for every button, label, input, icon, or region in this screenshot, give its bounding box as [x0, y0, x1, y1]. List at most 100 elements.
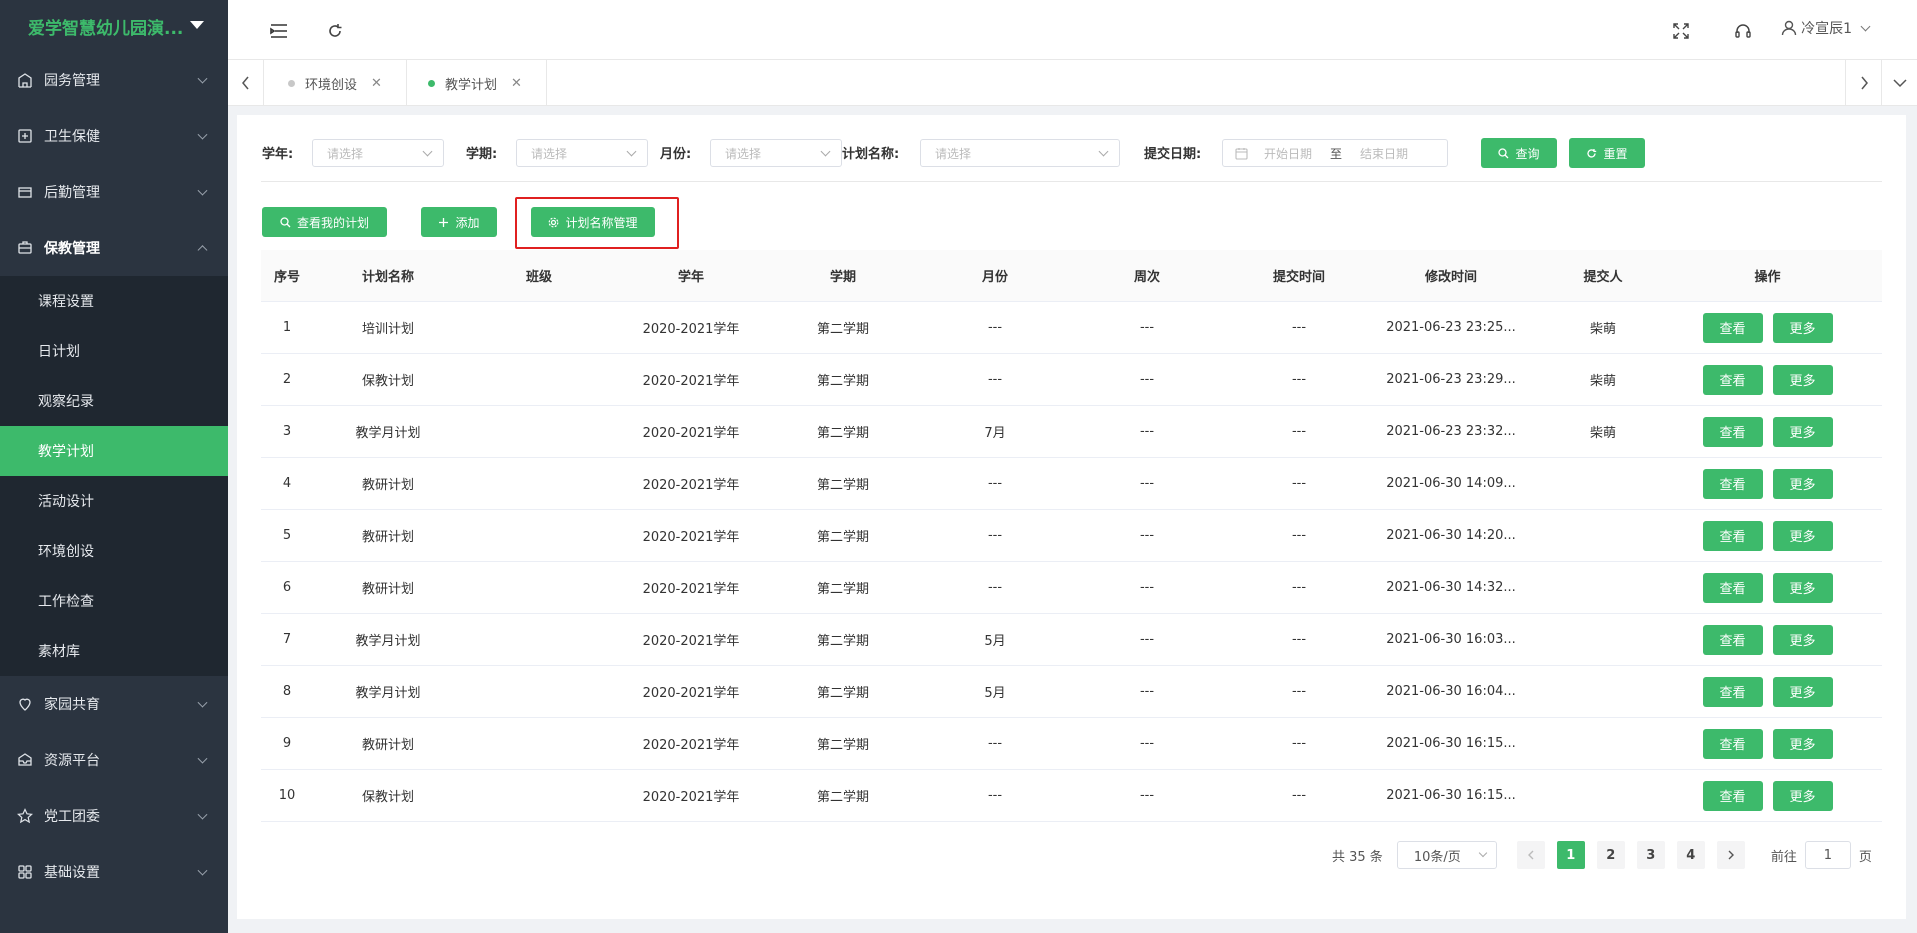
cell-name: 教研计划 [361, 530, 414, 545]
tabs-scroll-right-icon[interactable] [1845, 60, 1881, 106]
query-button[interactable]: 查询 [1481, 138, 1557, 168]
tab-label: 环境创设 [305, 77, 358, 93]
view-button[interactable]: 查看 [1702, 520, 1763, 551]
headset-icon[interactable] [1732, 20, 1754, 42]
next-page-button[interactable] [1716, 841, 1745, 869]
plan-name-select[interactable]: 请选择 [920, 139, 1120, 167]
sidebar-item-grid[interactable]: 基础设置 [0, 844, 228, 900]
view-button[interactable]: 查看 [1702, 312, 1763, 343]
goto-page-input[interactable]: 1 [1804, 841, 1851, 869]
add-button[interactable]: 添加 [421, 207, 497, 237]
logistics-icon [16, 183, 34, 201]
page-button[interactable]: 1 [1556, 841, 1585, 869]
sidebar-subitem[interactable]: 日计划 [0, 326, 228, 376]
page-button[interactable]: 3 [1636, 841, 1665, 869]
cell-semester: 第二学期 [816, 374, 869, 389]
more-button[interactable]: 更多 [1772, 416, 1833, 447]
view-button[interactable]: 查看 [1702, 416, 1763, 447]
sidebar-item-heart-location[interactable]: 家园共育 [0, 676, 228, 732]
more-button[interactable]: 更多 [1772, 728, 1833, 759]
sidebar-item-health[interactable]: 卫生保健 [0, 108, 228, 164]
cell-year: 2020-2021学年 [642, 374, 740, 389]
cell-name: 保教计划 [361, 790, 414, 805]
cell-week: --- [1139, 476, 1155, 491]
sidebar-subitem[interactable]: 课程设置 [0, 276, 228, 326]
sidebar-item-education[interactable]: 保教管理 [0, 220, 228, 276]
cell-modified: 2021-06-23 23:29... [1386, 372, 1516, 387]
submit-date-range[interactable]: 开始日期 至 结束日期 [1222, 139, 1448, 167]
sidebar-item-star[interactable]: 党工团委 [0, 788, 228, 844]
view-button[interactable]: 查看 [1702, 728, 1763, 759]
view-button[interactable]: 查看 [1702, 572, 1763, 603]
column-header: 学期 [829, 270, 856, 285]
sidebar-subitem[interactable]: 素材库 [0, 626, 228, 676]
more-button[interactable]: 更多 [1772, 520, 1833, 551]
refresh-icon[interactable] [324, 20, 346, 42]
chevron-down-icon [197, 865, 208, 876]
more-button[interactable]: 更多 [1772, 780, 1833, 811]
semester-select[interactable]: 请选择 [516, 139, 648, 167]
submenu-education: 课程设置 日计划 观察纪录 教学计划 活动设计 环境创设 工作检查 素材库 [0, 276, 228, 676]
cell-week: --- [1139, 528, 1155, 543]
caret-down-icon[interactable] [190, 21, 204, 29]
cell-name: 教研计划 [361, 582, 414, 597]
tabs-dropdown-icon[interactable] [1881, 60, 1917, 106]
reset-button[interactable]: 重置 [1569, 138, 1645, 168]
column-header: 提交时间 [1272, 270, 1325, 285]
close-icon[interactable]: ✕ [511, 76, 522, 91]
tab-teaching-plan[interactable]: 教学计划 ✕ [404, 60, 547, 106]
cell-name: 教学月计划 [355, 686, 421, 701]
cell-actions: 查看 更多 [1679, 572, 1856, 603]
more-button[interactable]: 更多 [1772, 624, 1833, 655]
view-button[interactable]: 查看 [1702, 780, 1763, 811]
view-button[interactable]: 查看 [1702, 624, 1763, 655]
fullscreen-icon[interactable] [1670, 20, 1692, 42]
goto-label: 前往 [1770, 849, 1797, 865]
filter-bar: 学年: 请选择 学期: 请选择 月份: 请选择 计划名称: 请选择 提交日期: … [237, 115, 1906, 183]
grid-icon [16, 863, 34, 881]
cell-submit: --- [1291, 632, 1307, 647]
tabs-scroll-left-icon[interactable] [228, 60, 264, 106]
page-size-select[interactable]: 10条/页 [1396, 841, 1497, 869]
close-icon[interactable]: ✕ [371, 76, 382, 91]
more-button[interactable]: 更多 [1772, 676, 1833, 707]
sidebar-subitem[interactable]: 教学计划 [0, 426, 228, 476]
sidebar-subitem[interactable]: 观察纪录 [0, 376, 228, 426]
more-button[interactable]: 更多 [1772, 312, 1833, 343]
cell-no: 4 [282, 476, 292, 491]
chevron-down-icon [197, 185, 208, 196]
tab-environment[interactable]: 环境创设 ✕ [264, 60, 407, 106]
column-header: 提交人 [1583, 270, 1623, 285]
view-button[interactable]: 查看 [1702, 676, 1763, 707]
view-button[interactable]: 查看 [1702, 364, 1763, 395]
brand[interactable]: 爱学智慧幼儿园演... [0, 0, 228, 52]
menu-collapse-icon[interactable] [268, 20, 290, 42]
page-button[interactable]: 4 [1676, 841, 1705, 869]
cell-name: 培训计划 [361, 322, 414, 337]
sidebar-item-building[interactable]: 园务管理 [0, 52, 228, 108]
cell-year: 2020-2021学年 [642, 738, 740, 753]
sidebar-subitem[interactable]: 环境创设 [0, 526, 228, 576]
cell-submitter: 柴萌 [1589, 426, 1616, 441]
cell-week: --- [1139, 684, 1155, 699]
more-button[interactable]: 更多 [1772, 572, 1833, 603]
table-row: 8 教学月计划 2020-2021学年 第二学期 5月 --- --- 2021-06-30 … [261, 666, 1882, 718]
school-year-select[interactable]: 请选择 [312, 139, 444, 167]
cell-month: --- [987, 736, 1003, 751]
more-button[interactable]: 更多 [1772, 468, 1833, 499]
my-plans-button[interactable]: 查看我的计划 [262, 207, 387, 237]
my-plans-label: 查看我的计划 [296, 215, 369, 230]
sidebar-subitem[interactable]: 工作检查 [0, 576, 228, 626]
sidebar-item-resource[interactable]: 资源平台 [0, 732, 228, 788]
cell-month: 5月 [984, 634, 1006, 649]
more-button[interactable]: 更多 [1772, 364, 1833, 395]
chevron-down-icon [820, 146, 831, 157]
page-button[interactable]: 2 [1596, 841, 1625, 869]
month-select[interactable]: 请选择 [710, 139, 842, 167]
user-menu[interactable]: 冷宣辰1 [1781, 18, 1871, 38]
view-button[interactable]: 查看 [1702, 468, 1763, 499]
sidebar-subitem[interactable]: 活动设计 [0, 476, 228, 526]
plus-icon [438, 217, 449, 228]
sidebar-item-logistics[interactable]: 后勤管理 [0, 164, 228, 220]
prev-page-button[interactable] [1516, 841, 1545, 869]
